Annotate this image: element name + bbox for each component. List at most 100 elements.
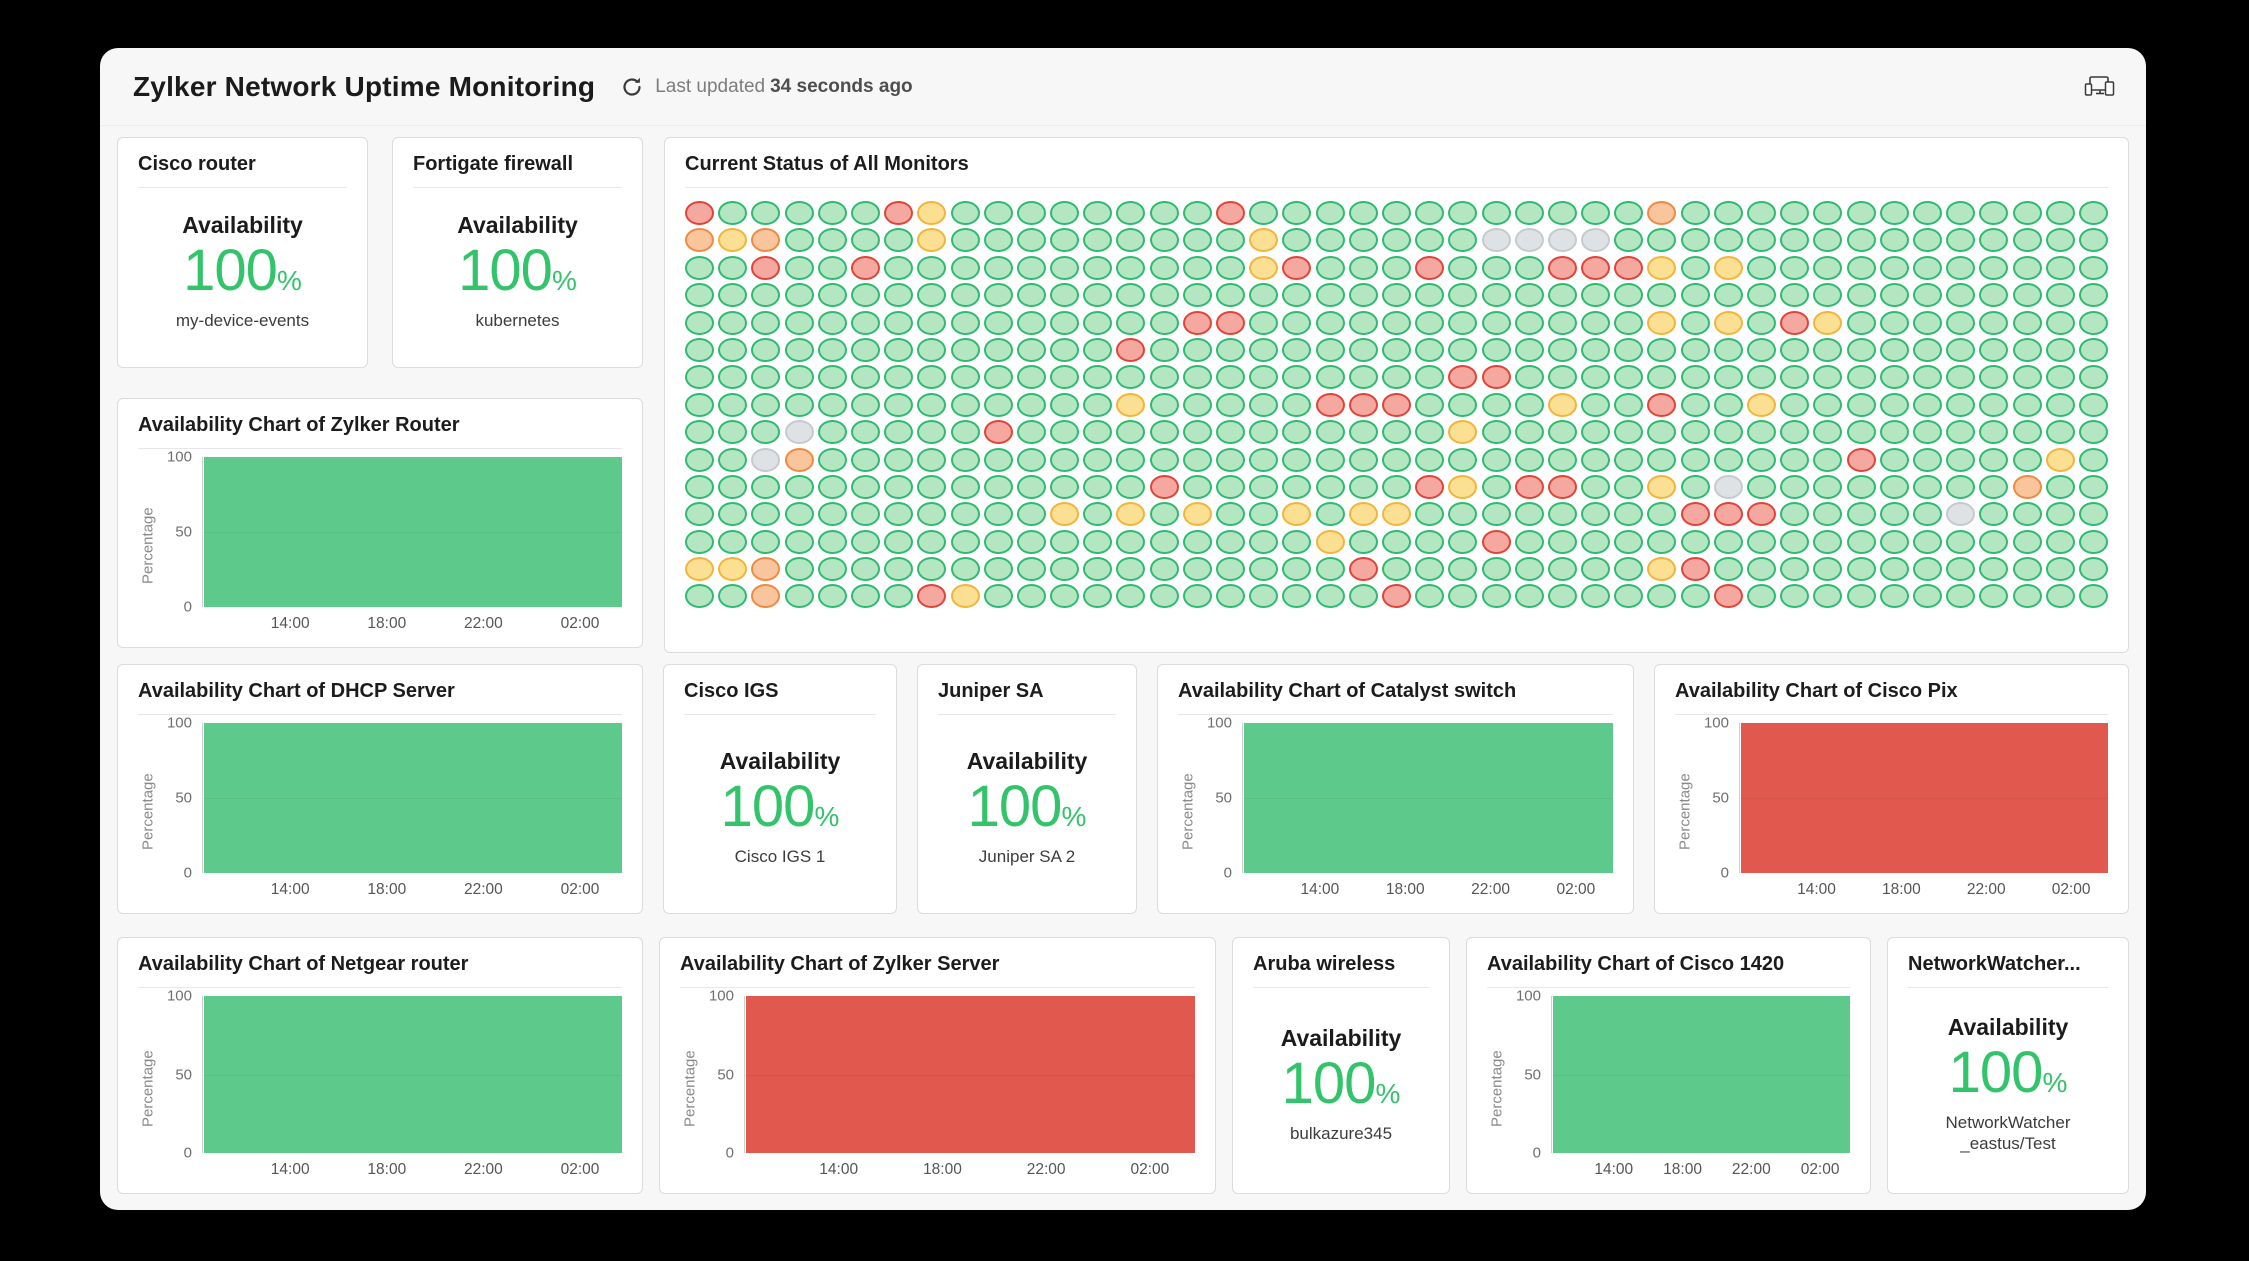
monitor-status-dot[interactable] [2079,557,2108,581]
monitor-status-dot[interactable] [685,448,714,472]
monitor-status-dot[interactable] [1083,338,1112,362]
monitor-status-dot[interactable] [1714,420,1743,444]
monitor-status-dot[interactable] [785,420,814,444]
monitor-status-dot[interactable] [1979,311,2008,335]
monitor-status-dot[interactable] [1249,448,1278,472]
monitor-status-dot[interactable] [1515,502,1544,526]
monitor-status-dot[interactable] [1415,420,1444,444]
monitor-status-dot[interactable] [2079,502,2108,526]
monitor-status-dot[interactable] [1382,584,1411,608]
monitor-status-dot[interactable] [984,502,1013,526]
monitor-status-dot[interactable] [751,502,780,526]
monitor-status-dot[interactable] [1515,338,1544,362]
monitor-status-dot[interactable] [1913,530,1942,554]
monitor-status-dot[interactable] [1614,228,1643,252]
monitor-status-dot[interactable] [1382,338,1411,362]
monitor-status-dot[interactable] [1813,448,1842,472]
monitor-status-dot[interactable] [818,448,847,472]
monitor-status-dot[interactable] [1847,256,1876,280]
monitor-status-dot[interactable] [1813,256,1842,280]
monitor-status-dot[interactable] [1150,502,1179,526]
monitor-status-dot[interactable] [1913,283,1942,307]
monitor-status-dot[interactable] [1249,256,1278,280]
monitor-status-dot[interactable] [718,201,747,225]
monitor-status-dot[interactable] [917,420,946,444]
monitor-status-dot[interactable] [1183,557,1212,581]
monitor-status-dot[interactable] [884,420,913,444]
monitor-status-dot[interactable] [2079,201,2108,225]
monitor-status-dot[interactable] [1946,365,1975,389]
monitor-status-dot[interactable] [1415,584,1444,608]
monitor-status-dot[interactable] [1515,201,1544,225]
monitor-status-dot[interactable] [785,393,814,417]
monitor-status-dot[interactable] [1050,283,1079,307]
monitor-status-dot[interactable] [1548,365,1577,389]
monitor-status-dot[interactable] [751,448,780,472]
monitor-status-dot[interactable] [1150,530,1179,554]
monitor-status-dot[interactable] [1847,311,1876,335]
monitor-status-dot[interactable] [1183,530,1212,554]
monitor-status-dot[interactable] [1647,311,1676,335]
monitor-status-dot[interactable] [1581,584,1610,608]
monitor-status-dot[interactable] [2013,448,2042,472]
monitor-status-dot[interactable] [1017,256,1046,280]
monitor-status-dot[interactable] [1979,256,2008,280]
monitor-status-dot[interactable] [1249,201,1278,225]
monitor-status-dot[interactable] [1282,201,1311,225]
monitor-status-dot[interactable] [718,448,747,472]
monitor-status-dot[interactable] [1116,256,1145,280]
monitor-status-dot[interactable] [1150,338,1179,362]
monitor-status-dot[interactable] [1548,311,1577,335]
monitor-status-dot[interactable] [951,283,980,307]
monitor-status-dot[interactable] [1614,256,1643,280]
monitor-status-dot[interactable] [1150,584,1179,608]
monitor-status-dot[interactable] [1614,338,1643,362]
monitor-status-dot[interactable] [1747,475,1776,499]
monitor-status-dot[interactable] [1913,365,1942,389]
monitor-status-dot[interactable] [1681,584,1710,608]
monitor-status-dot[interactable] [1249,338,1278,362]
monitor-status-dot[interactable] [1050,557,1079,581]
monitor-status-dot[interactable] [1216,201,1245,225]
monitor-status-dot[interactable] [1647,393,1676,417]
monitor-status-dot[interactable] [1913,311,1942,335]
monitor-status-dot[interactable] [1548,584,1577,608]
monitor-status-dot[interactable] [1681,338,1710,362]
monitor-status-dot[interactable] [1780,311,1809,335]
monitor-status-dot[interactable] [1282,256,1311,280]
monitor-status-dot[interactable] [1183,502,1212,526]
monitor-status-dot[interactable] [917,502,946,526]
monitor-status-dot[interactable] [951,393,980,417]
monitor-status-dot[interactable] [2046,420,2075,444]
monitor-status-dot[interactable] [1813,584,1842,608]
monitor-status-dot[interactable] [1482,448,1511,472]
monitor-status-dot[interactable] [718,393,747,417]
monitor-status-dot[interactable] [1183,365,1212,389]
monitor-status-dot[interactable] [1448,475,1477,499]
monitor-status-dot[interactable] [1847,530,1876,554]
monitor-status-dot[interactable] [1150,311,1179,335]
monitor-status-dot[interactable] [1382,557,1411,581]
monitor-status-dot[interactable] [1382,420,1411,444]
monitor-status-dot[interactable] [685,201,714,225]
monitor-status-dot[interactable] [1150,365,1179,389]
monitor-status-dot[interactable] [917,448,946,472]
monitor-status-dot[interactable] [785,448,814,472]
monitor-status-dot[interactable] [685,365,714,389]
monitor-status-dot[interactable] [1913,502,1942,526]
monitor-status-dot[interactable] [1249,475,1278,499]
monitor-status-dot[interactable] [1780,502,1809,526]
monitor-status-dot[interactable] [1581,256,1610,280]
monitor-status-dot[interactable] [1382,448,1411,472]
monitor-status-dot[interactable] [1448,530,1477,554]
monitor-status-dot[interactable] [951,584,980,608]
monitor-status-dot[interactable] [1515,228,1544,252]
monitor-status-dot[interactable] [851,448,880,472]
monitor-status-dot[interactable] [1780,584,1809,608]
monitor-status-dot[interactable] [1116,311,1145,335]
monitor-status-dot[interactable] [984,338,1013,362]
monitor-status-dot[interactable] [851,256,880,280]
monitor-status-dot[interactable] [1880,393,1909,417]
monitor-status-dot[interactable] [1415,530,1444,554]
monitor-status-dot[interactable] [1382,502,1411,526]
